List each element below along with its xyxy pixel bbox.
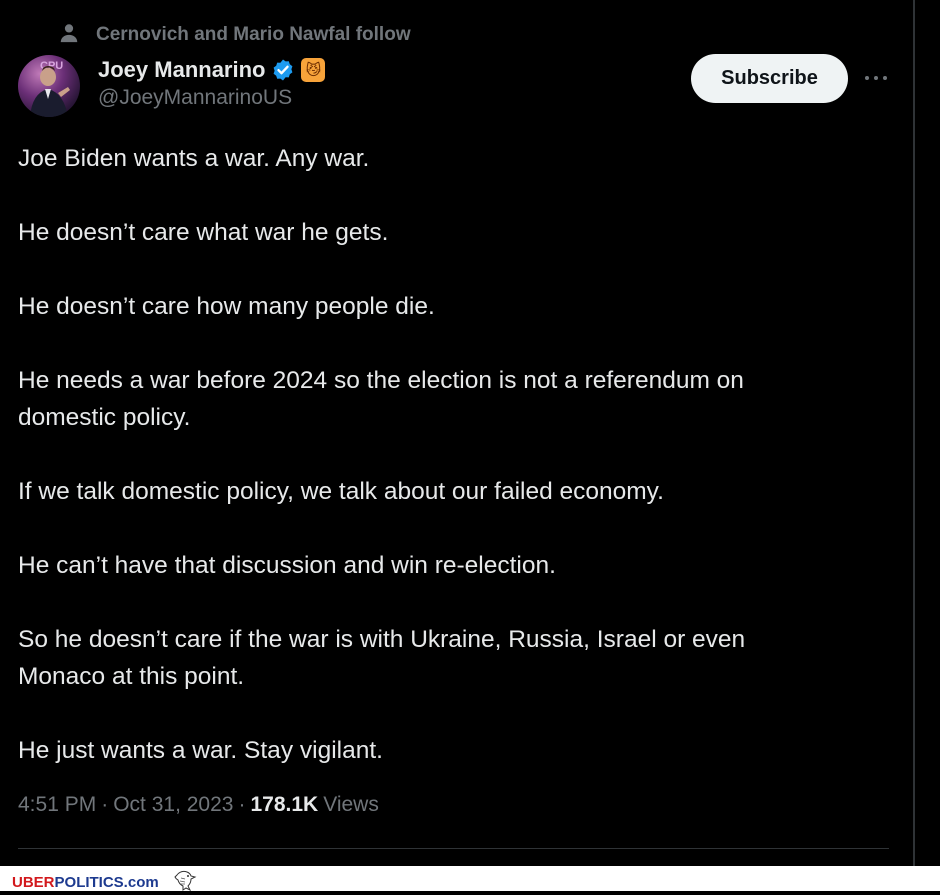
tweet-screenshot: Cernovich and Mario Nawfal follow CPU Jo…	[0, 0, 940, 892]
tweet-paragraph-line: domestic policy.	[18, 404, 191, 431]
verified-badge-icon[interactable]	[271, 58, 295, 82]
watermark: UBERPOLITICS.com	[12, 869, 199, 895]
watermark-strip: UBERPOLITICS.com	[0, 866, 940, 892]
tweet-paragraph-line: So he doesn’t care if the war is with Uk…	[18, 626, 746, 653]
tweet-text: Joe Biden wants a war. Any war. He doesn…	[18, 140, 898, 769]
author-name-row[interactable]: Joey Mannarino 😼	[98, 55, 326, 85]
tweet-meta: 4:51 PM · Oct 31, 2023 · 178.1K Views	[18, 793, 379, 817]
tweet-paragraph: He can’t have that discussion and win re…	[18, 552, 556, 579]
watermark-text-red: UBER	[12, 873, 55, 891]
cat-emoji-icon: 😼	[301, 58, 326, 82]
watermark-text-blue: POLITICS.com	[54, 873, 159, 891]
meta-separator: ·	[238, 793, 246, 816]
avatar[interactable]: CPU	[18, 55, 80, 117]
social-context-text: Cernovich and Mario Nawfal follow	[96, 24, 411, 45]
subscribe-button[interactable]: Subscribe	[691, 54, 848, 103]
tweet-paragraph-line: Monaco at this point.	[18, 663, 245, 690]
author-handle[interactable]: @JoeyMannarinoUS	[98, 86, 292, 110]
person-icon	[58, 22, 80, 49]
eagle-icon	[173, 869, 199, 895]
tweet-paragraph: If we talk domestic policy, we talk abou…	[18, 478, 664, 505]
tweet-time[interactable]: 4:51 PM	[18, 793, 96, 817]
tweet-paragraph: He doesn’t care what war he gets.	[18, 219, 389, 246]
column-divider	[913, 0, 915, 866]
social-context[interactable]: Cernovich and Mario Nawfal follow	[58, 22, 411, 48]
tweet-paragraph: He doesn’t care how many people die.	[18, 293, 435, 320]
tweet-date[interactable]: Oct 31, 2023	[113, 793, 233, 817]
views-label[interactable]: Views	[323, 793, 379, 817]
tweet-paragraph: Joe Biden wants a war. Any war.	[18, 145, 370, 172]
more-options-icon[interactable]	[862, 66, 890, 90]
meta-separator: ·	[101, 793, 109, 816]
views-count[interactable]: 178.1K	[250, 793, 318, 817]
tweet-paragraph: He just wants a war. Stay vigilant.	[18, 737, 383, 764]
tweet-paragraph-line: He needs a war before 2024 so the electi…	[18, 367, 744, 394]
divider	[18, 848, 889, 849]
author-name[interactable]: Joey Mannarino	[98, 57, 265, 83]
